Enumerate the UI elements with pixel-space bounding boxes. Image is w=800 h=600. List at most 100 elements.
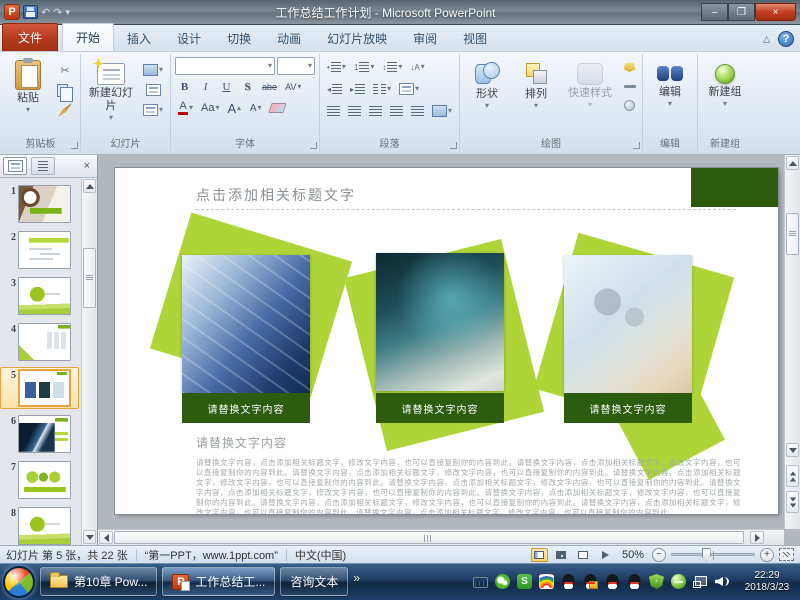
grow-font-button[interactable]: A▾ <box>225 99 245 117</box>
character-spacing-button[interactable]: AV▾ <box>282 78 304 96</box>
slide-thumbnail-8[interactable]: 8 <box>0 505 79 545</box>
qq-penguin-icon-2[interactable] <box>583 574 598 589</box>
thumbnail-image[interactable] <box>18 277 71 315</box>
slide-canvas[interactable]: 点击添加相关标题文字 请替换文字内容 请替换文字内容 请替换文字内容 请替换文字… <box>115 168 778 514</box>
justify-button[interactable] <box>387 102 406 120</box>
zoom-slider-thumb[interactable] <box>702 548 711 562</box>
editing-button[interactable]: 编辑 ▾ <box>647 57 693 136</box>
underline-button[interactable]: U <box>217 78 236 96</box>
network-icon[interactable] <box>693 574 708 589</box>
tab-design[interactable]: 设计 <box>164 25 214 51</box>
columns-button[interactable]: ▾ <box>370 80 394 98</box>
taskbar-button-powerpoint[interactable]: P 工作总结工... <box>162 567 275 596</box>
paste-button[interactable]: 粘贴 ▾ <box>5 57 51 136</box>
antivirus-shield-icon[interactable] <box>649 574 664 589</box>
collapse-ribbon-icon[interactable]: △ <box>763 34 770 45</box>
scroll-right-button[interactable] <box>750 531 764 544</box>
qq-penguin-icon-3[interactable] <box>605 574 620 589</box>
thumbnail-image[interactable] <box>18 369 71 407</box>
line-spacing-button[interactable]: ↕▾ <box>379 58 405 76</box>
tab-file[interactable]: 文件 <box>2 23 58 51</box>
shrink-font-button[interactable]: A▾ <box>246 99 265 117</box>
cut-button[interactable]: ✂ <box>54 61 76 79</box>
green-sphere-tray-icon[interactable] <box>671 574 686 589</box>
slide-body-text[interactable]: 请替换文字内容，点击添加相关标题文字，修改文字内容，也可以直接复制你的内容到此。… <box>196 458 741 514</box>
font-color-button[interactable]: A▾ <box>175 99 196 117</box>
thumbnail-image[interactable] <box>18 461 71 499</box>
zoom-out-button[interactable]: − <box>652 548 666 562</box>
qq-penguin-icon-4[interactable] <box>627 574 642 589</box>
align-right-button[interactable] <box>366 102 385 120</box>
horizontal-scroll-thumb[interactable] <box>114 531 744 544</box>
shapes-button[interactable]: 形状 ▾ <box>464 57 510 136</box>
tab-insert[interactable]: 插入 <box>114 25 164 51</box>
quick-styles-button[interactable]: 快速样式 ▾ <box>562 57 618 136</box>
panel-scroll-down-button[interactable] <box>83 530 96 544</box>
align-left-button[interactable] <box>324 102 343 120</box>
green-corner-shape[interactable] <box>691 168 778 207</box>
reading-view-button[interactable] <box>575 548 592 562</box>
italic-button[interactable]: I <box>196 78 215 96</box>
convert-smartart-button[interactable]: ▾ <box>429 102 455 120</box>
new-slide-button[interactable]: 新建幻灯片 ▾ <box>85 57 137 136</box>
undo-icon[interactable]: ↶ <box>41 6 50 19</box>
wechat-icon[interactable] <box>495 574 510 589</box>
strikethrough-button[interactable]: abe <box>259 78 280 96</box>
panel-scroll-up-button[interactable] <box>83 179 96 193</box>
text-direction-button[interactable]: ↓A▾ <box>407 58 427 76</box>
thumbnail-image[interactable] <box>18 507 71 545</box>
theme-name[interactable]: “第一PPT，www.1ppt.com” <box>145 547 278 563</box>
help-button[interactable]: ? <box>778 31 794 47</box>
language-indicator[interactable]: 中文(中国) <box>295 547 346 563</box>
zoom-percentage[interactable]: 50% <box>622 549 644 561</box>
layout-button[interactable]: ▾ <box>140 61 166 79</box>
tab-home[interactable]: 开始 <box>62 23 114 51</box>
vertical-scroll-thumb[interactable] <box>786 213 799 255</box>
shape-outline-button[interactable] <box>621 79 638 94</box>
clear-formatting-button[interactable] <box>267 99 288 117</box>
format-painter-button[interactable] <box>54 101 76 119</box>
zoom-slider[interactable] <box>671 553 755 556</box>
shape-effects-button[interactable] <box>621 98 638 113</box>
increase-indent-button[interactable]: ▸ <box>347 80 368 98</box>
card-image-gears-hand[interactable] <box>564 255 692 393</box>
taskbar-clock[interactable]: 22:29 2018/3/23 <box>737 570 797 594</box>
tab-transitions[interactable]: 切换 <box>214 25 264 51</box>
bold-button[interactable]: B <box>175 78 194 96</box>
numbering-button[interactable]: 1▾ <box>351 58 377 76</box>
paragraph-dialog-launcher-icon[interactable] <box>450 142 457 149</box>
clipboard-dialog-launcher-icon[interactable] <box>71 142 78 149</box>
slide-thumbnail-1[interactable]: 1 <box>0 183 79 225</box>
start-button-orb[interactable] <box>3 566 35 598</box>
thumbnail-image[interactable] <box>18 323 71 361</box>
align-center-button[interactable] <box>345 102 364 120</box>
next-slide-button[interactable] <box>786 491 799 513</box>
sogou-icon[interactable]: S <box>517 574 532 589</box>
thumbnail-image[interactable] <box>18 415 71 453</box>
taskbar-button-text[interactable]: 咨询文本 <box>280 567 348 596</box>
fit-to-window-button[interactable] <box>779 548 794 561</box>
slide-thumbnail-2[interactable]: 2 <box>0 229 79 271</box>
paste-dropdown-icon[interactable]: ▾ <box>26 107 30 113</box>
reset-slide-button[interactable] <box>140 81 166 99</box>
change-case-button[interactable]: Aa▾ <box>198 99 222 117</box>
normal-view-button[interactable] <box>531 548 548 562</box>
slide-sorter-view-button[interactable] <box>553 548 570 562</box>
powerpoint-app-icon[interactable]: P <box>4 4 20 20</box>
tab-review[interactable]: 审阅 <box>400 25 450 51</box>
card-caption-2[interactable]: 请替换文字内容 <box>376 393 504 423</box>
slide-thumbnail-5-selected[interactable]: 5 <box>0 367 79 409</box>
scroll-left-button[interactable] <box>99 531 113 544</box>
arrange-button[interactable]: 排列 ▾ <box>513 57 559 136</box>
volume-icon[interactable] <box>715 574 730 589</box>
close-panel-icon[interactable]: × <box>80 160 94 172</box>
slideshow-view-button[interactable] <box>597 548 614 562</box>
scroll-up-button[interactable] <box>786 156 799 170</box>
zoom-in-button[interactable]: + <box>760 548 774 562</box>
tab-slideshow[interactable]: 幻灯片放映 <box>314 25 400 51</box>
save-icon[interactable] <box>23 5 38 19</box>
shape-fill-button[interactable] <box>621 60 638 75</box>
drawing-dialog-launcher-icon[interactable] <box>633 142 640 149</box>
card-caption-1[interactable]: 请替换文字内容 <box>182 393 310 423</box>
slide-thumbnail-3[interactable]: 3 <box>0 275 79 317</box>
